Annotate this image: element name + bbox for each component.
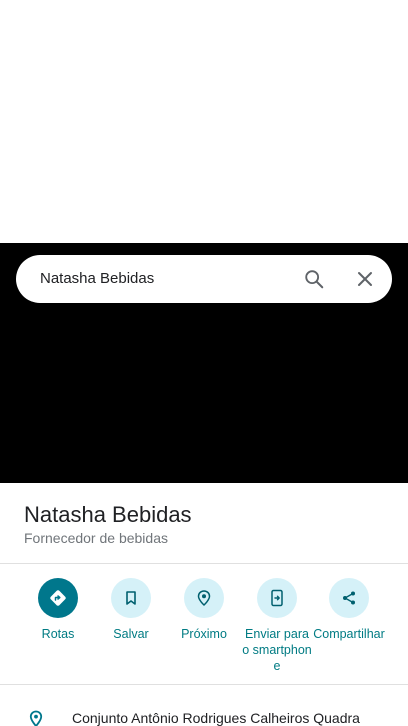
blank-area — [0, 0, 408, 243]
search-icon[interactable] — [298, 263, 330, 295]
address-row[interactable]: Conjunto Antônio Rodrigues Calheiros Qua… — [0, 704, 408, 726]
send-to-phone-label: Enviar para o smartphone — [242, 627, 312, 673]
bookmark-icon — [111, 578, 151, 618]
divider — [0, 684, 408, 685]
share-icon — [329, 578, 369, 618]
place-category: Fornecedor de bebidas — [24, 530, 168, 546]
nearby-label: Próximo — [181, 627, 227, 641]
share-button[interactable]: Compartilhar — [313, 578, 385, 642]
nearby-button[interactable]: Próximo — [168, 578, 240, 642]
search-input[interactable]: Natasha Bebidas — [40, 269, 154, 289]
search-bar[interactable]: Natasha Bebidas — [16, 255, 392, 303]
address-text: Conjunto Antônio Rodrigues Calheiros Qua… — [72, 710, 360, 726]
directions-icon — [38, 578, 78, 618]
save-button[interactable]: Salvar — [95, 578, 167, 642]
directions-button[interactable]: Rotas — [22, 578, 94, 642]
directions-label: Rotas — [41, 627, 75, 641]
share-label: Compartilhar — [313, 627, 385, 641]
divider — [0, 563, 408, 564]
nearby-icon — [184, 578, 224, 618]
send-to-phone-button[interactable]: Enviar para o smartphone — [241, 578, 313, 674]
place-title: Natasha Bebidas — [24, 502, 192, 527]
send-to-phone-icon — [257, 578, 297, 618]
save-label: Salvar — [113, 627, 149, 641]
location-pin-icon — [27, 710, 45, 726]
close-icon[interactable] — [349, 263, 381, 295]
